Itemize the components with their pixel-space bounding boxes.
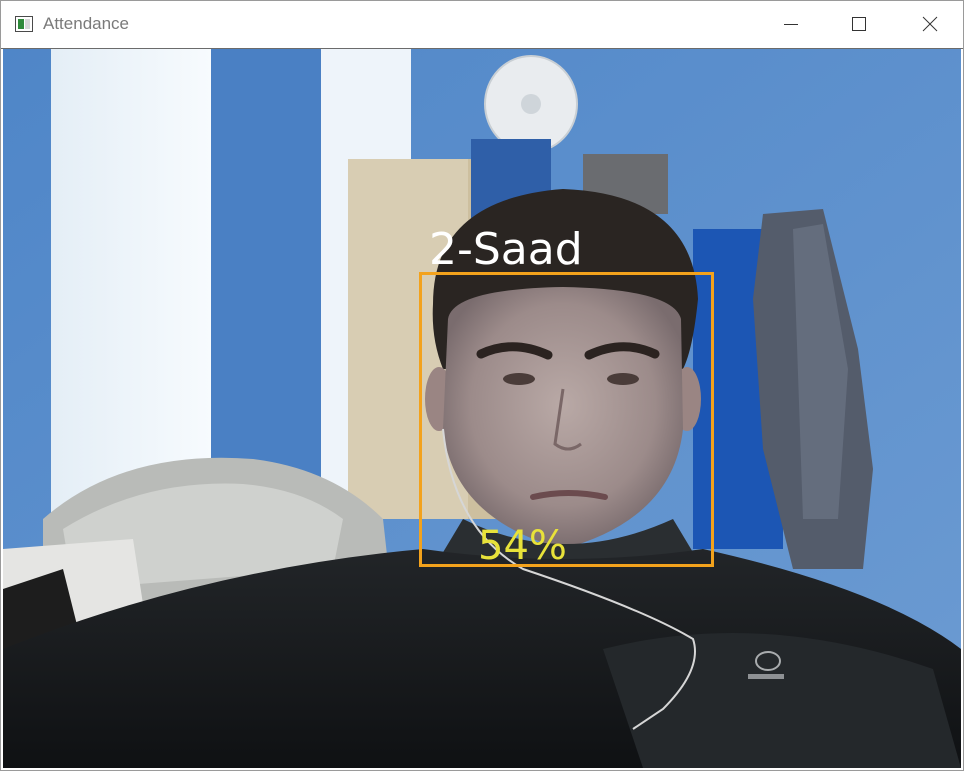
close-button[interactable] — [894, 1, 963, 48]
window-title: Attendance — [43, 14, 130, 33]
minimize-button[interactable] — [756, 1, 826, 48]
minimize-icon — [784, 24, 798, 25]
maximize-button[interactable] — [824, 1, 894, 48]
close-icon — [922, 16, 938, 32]
recognized-name-label: 2-Saad — [429, 224, 583, 275]
confidence-label: 54% — [478, 523, 567, 569]
attendance-window: Attendance 2-Saad 54% — [0, 0, 964, 771]
maximize-icon — [852, 17, 866, 31]
camera-feed: 2-Saad 54% — [3, 49, 961, 768]
app-icon[interactable] — [15, 16, 33, 32]
title-bar[interactable]: Attendance — [1, 1, 963, 48]
